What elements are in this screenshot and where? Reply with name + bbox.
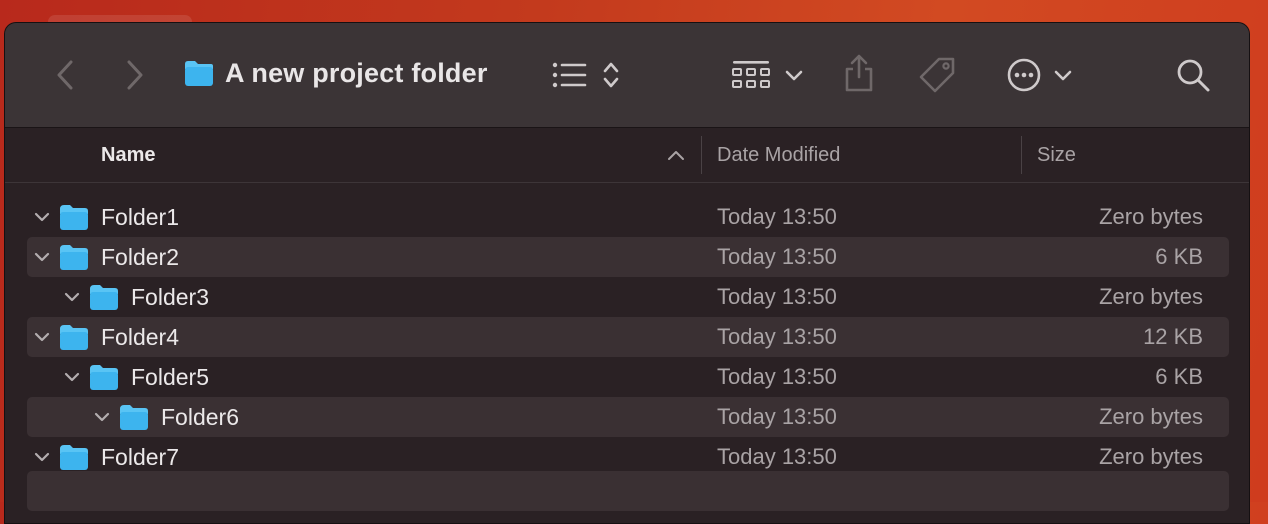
window-title-text: A new project folder: [225, 57, 488, 88]
chevron-left-icon: [57, 60, 73, 90]
list-item[interactable]: Folder6 Today 13:50 Zero bytes: [5, 397, 1249, 437]
item-date: Today 13:50: [717, 364, 837, 389]
chevron-down-icon: [1054, 70, 1072, 81]
share-button[interactable]: [841, 51, 877, 95]
file-list: Folder1 Today 13:50 Zero bytes Folder2 T…: [5, 197, 1249, 477]
folder-icon: [120, 405, 148, 430]
grid-icon: [732, 61, 770, 88]
tag-icon: [919, 57, 955, 93]
disclosure-chevron-down-icon[interactable]: [30, 325, 54, 349]
date-column-header[interactable]: Date Modified: [717, 128, 840, 182]
item-name: Folder3: [131, 284, 209, 310]
item-date: Today 13:50: [717, 324, 837, 349]
disclosure-chevron-down-icon[interactable]: [30, 205, 54, 229]
view-options-button[interactable]: [599, 57, 623, 93]
disclosure-chevron-down-icon[interactable]: [30, 245, 54, 269]
list-item[interactable]: Folder3 Today 13:50 Zero bytes: [5, 277, 1249, 317]
disclosure-chevron-down-icon[interactable]: [60, 285, 84, 309]
item-size: 6 KB: [1155, 244, 1203, 269]
item-size: Zero bytes: [1099, 284, 1203, 309]
list-view-button[interactable]: [549, 57, 589, 93]
window-title: A new project folder: [183, 51, 488, 95]
item-date: Today 13:50: [717, 284, 837, 309]
group-button[interactable]: [727, 55, 807, 95]
share-icon: [845, 54, 873, 92]
chevron-right-icon: [127, 60, 143, 90]
list-item[interactable]: Folder1 Today 13:50 Zero bytes: [5, 197, 1249, 237]
ellipsis-circle-icon: [1007, 58, 1041, 92]
item-name: Folder5: [131, 364, 209, 390]
folder-icon: [60, 325, 88, 350]
item-size: 12 KB: [1143, 324, 1203, 349]
toolbar: A new project folder: [5, 23, 1249, 128]
back-button[interactable]: [49, 57, 81, 93]
more-actions-button[interactable]: [1001, 55, 1077, 95]
folder-icon: [90, 285, 118, 310]
search-button[interactable]: [1173, 55, 1213, 95]
list-item[interactable]: Folder5 Today 13:50 6 KB: [5, 357, 1249, 397]
item-date: Today 13:50: [717, 204, 837, 229]
name-column-label: Name: [101, 143, 156, 166]
list-item[interactable]: Folder4 Today 13:50 12 KB: [5, 317, 1249, 357]
size-column-label: Size: [1037, 143, 1076, 166]
list-view-icon: [552, 62, 587, 88]
disclosure-chevron-down-icon[interactable]: [60, 365, 84, 389]
folder-icon: [60, 445, 88, 470]
up-down-chevron-icon: [603, 62, 619, 88]
disclosure-chevron-down-icon[interactable]: [30, 445, 54, 469]
item-size: 6 KB: [1155, 364, 1203, 389]
sort-ascending-icon: [668, 151, 684, 160]
empty-row-stripe: [27, 471, 1229, 511]
column-divider[interactable]: [701, 136, 702, 174]
item-size: Zero bytes: [1099, 204, 1203, 229]
chevron-down-icon: [785, 70, 803, 81]
date-column-label: Date Modified: [717, 143, 841, 166]
folder-icon: [185, 61, 213, 86]
item-date: Today 13:50: [717, 404, 837, 429]
item-name: Folder2: [101, 244, 179, 270]
name-column-header[interactable]: Name: [101, 128, 691, 182]
item-date: Today 13:50: [717, 244, 837, 269]
list-item[interactable]: Folder2 Today 13:50 6 KB: [5, 237, 1249, 277]
item-name: Folder1: [101, 204, 179, 230]
finder-window: A new project folder Name Date Modified …: [4, 22, 1250, 524]
item-size: Zero bytes: [1099, 404, 1203, 429]
disclosure-chevron-down-icon[interactable]: [90, 405, 114, 429]
column-divider[interactable]: [1021, 136, 1022, 174]
forward-button[interactable]: [119, 57, 151, 93]
size-column-header[interactable]: Size: [1037, 128, 1076, 182]
folder-icon: [90, 365, 118, 390]
item-name: Folder4: [101, 324, 179, 350]
folder-icon: [60, 245, 88, 270]
tag-button[interactable]: [915, 53, 959, 97]
search-icon: [1177, 59, 1210, 92]
item-name: Folder6: [161, 404, 239, 430]
column-header: Name Date Modified Size: [5, 128, 1249, 183]
folder-icon: [60, 205, 88, 230]
